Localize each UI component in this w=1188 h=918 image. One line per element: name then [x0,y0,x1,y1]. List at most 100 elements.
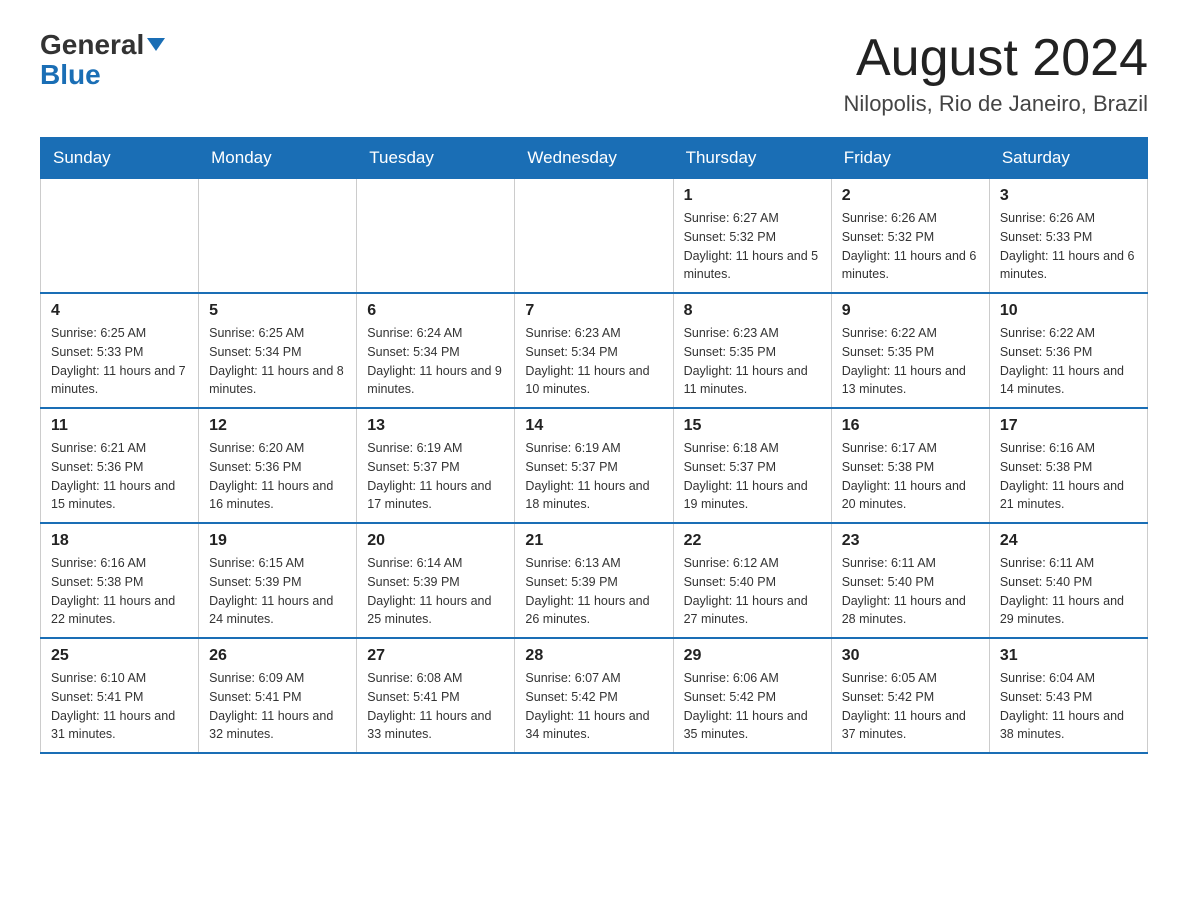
calendar-cell: 14Sunrise: 6:19 AMSunset: 5:37 PMDayligh… [515,408,673,523]
day-info: Sunrise: 6:23 AMSunset: 5:35 PMDaylight:… [684,324,821,399]
day-number: 28 [525,647,662,665]
day-info: Sunrise: 6:10 AMSunset: 5:41 PMDaylight:… [51,669,188,744]
day-number: 8 [684,302,821,320]
day-info: Sunrise: 6:06 AMSunset: 5:42 PMDaylight:… [684,669,821,744]
day-info: Sunrise: 6:22 AMSunset: 5:36 PMDaylight:… [1000,324,1137,399]
day-number: 4 [51,302,188,320]
day-number: 15 [684,417,821,435]
day-info: Sunrise: 6:23 AMSunset: 5:34 PMDaylight:… [525,324,662,399]
day-number: 17 [1000,417,1137,435]
day-number: 7 [525,302,662,320]
day-number: 31 [1000,647,1137,665]
day-info: Sunrise: 6:24 AMSunset: 5:34 PMDaylight:… [367,324,504,399]
calendar-cell: 30 Sunrise: 6:05 AMSunset: 5:42 PMDayligh… [831,638,989,753]
day-info: Sunrise: 6:22 AMSunset: 5:35 PMDaylight:… [842,324,979,399]
calendar-cell: 12 Sunrise: 6:20 AMSunset: 5:36 PMDayligh… [199,408,357,523]
calendar-cell: 16 Sunrise: 6:17 AMSunset: 5:38 PMDayligh… [831,408,989,523]
calendar-cell: 21 Sunrise: 6:13 AMSunset: 5:39 PMDayligh… [515,523,673,638]
calendar-cell: 19 Sunrise: 6:15 AMSunset: 5:39 PMDayligh… [199,523,357,638]
day-number: 21 [525,532,662,550]
calendar-cell: 11Sunrise: 6:21 AMSunset: 5:36 PMDayligh… [41,408,199,523]
day-info: Sunrise: 6:16 AMSunset: 5:38 PMDaylight:… [51,554,188,629]
day-number: 30 [842,647,979,665]
calendar-cell: 22 Sunrise: 6:12 AMSunset: 5:40 PMDayligh… [673,523,831,638]
day-number: 18 [51,532,188,550]
day-number: 13 [367,417,504,435]
week-row-5: 25 Sunrise: 6:10 AMSunset: 5:41 PMDayligh… [41,638,1148,753]
calendar-body: 1 Sunrise: 6:27 AMSunset: 5:32 PMDaylight… [41,179,1148,754]
day-info: Sunrise: 6:25 AMSunset: 5:34 PMDaylight:… [209,324,346,399]
week-row-2: 4 Sunrise: 6:25 AMSunset: 5:33 PMDaylight… [41,293,1148,408]
calendar-cell: 31Sunrise: 6:04 AMSunset: 5:43 PMDayligh… [989,638,1147,753]
day-number: 12 [209,417,346,435]
day-info: Sunrise: 6:27 AMSunset: 5:32 PMDaylight:… [684,209,821,284]
week-row-4: 18 Sunrise: 6:16 AMSunset: 5:38 PMDayligh… [41,523,1148,638]
day-info: Sunrise: 6:21 AMSunset: 5:36 PMDaylight:… [51,439,188,514]
day-number: 2 [842,187,979,205]
calendar-cell: 1 Sunrise: 6:27 AMSunset: 5:32 PMDaylight… [673,179,831,294]
calendar-cell: 23 Sunrise: 6:11 AMSunset: 5:40 PMDayligh… [831,523,989,638]
weekday-thursday: Thursday [673,138,831,179]
day-number: 1 [684,187,821,205]
calendar-cell [41,179,199,294]
weekday-monday: Monday [199,138,357,179]
day-number: 9 [842,302,979,320]
day-info: Sunrise: 6:13 AMSunset: 5:39 PMDaylight:… [525,554,662,629]
calendar-cell: 27 Sunrise: 6:08 AMSunset: 5:41 PMDayligh… [357,638,515,753]
day-info: Sunrise: 6:25 AMSunset: 5:33 PMDaylight:… [51,324,188,399]
calendar-cell: 6 Sunrise: 6:24 AMSunset: 5:34 PMDaylight… [357,293,515,408]
day-info: Sunrise: 6:16 AMSunset: 5:38 PMDaylight:… [1000,439,1137,514]
day-info: Sunrise: 6:11 AMSunset: 5:40 PMDaylight:… [842,554,979,629]
calendar-cell: 26 Sunrise: 6:09 AMSunset: 5:41 PMDayligh… [199,638,357,753]
day-info: Sunrise: 6:18 AMSunset: 5:37 PMDaylight:… [684,439,821,514]
day-info: Sunrise: 6:19 AMSunset: 5:37 PMDaylight:… [367,439,504,514]
day-info: Sunrise: 6:05 AMSunset: 5:42 PMDaylight:… [842,669,979,744]
day-number: 3 [1000,187,1137,205]
weekday-friday: Friday [831,138,989,179]
day-number: 19 [209,532,346,550]
day-number: 22 [684,532,821,550]
weekday-header-row: SundayMondayTuesdayWednesdayThursdayFrid… [41,138,1148,179]
calendar-cell: 17 Sunrise: 6:16 AMSunset: 5:38 PMDayligh… [989,408,1147,523]
calendar-cell [357,179,515,294]
weekday-saturday: Saturday [989,138,1147,179]
week-row-3: 11Sunrise: 6:21 AMSunset: 5:36 PMDayligh… [41,408,1148,523]
calendar-cell: 7 Sunrise: 6:23 AMSunset: 5:34 PMDaylight… [515,293,673,408]
day-number: 25 [51,647,188,665]
day-info: Sunrise: 6:26 AMSunset: 5:33 PMDaylight:… [1000,209,1137,284]
day-info: Sunrise: 6:15 AMSunset: 5:39 PMDaylight:… [209,554,346,629]
calendar-cell: 15 Sunrise: 6:18 AMSunset: 5:37 PMDayligh… [673,408,831,523]
day-info: Sunrise: 6:07 AMSunset: 5:42 PMDaylight:… [525,669,662,744]
day-info: Sunrise: 6:17 AMSunset: 5:38 PMDaylight:… [842,439,979,514]
page-header: General Blue August 2024 Nilopolis, Rio … [40,30,1148,117]
day-info: Sunrise: 6:08 AMSunset: 5:41 PMDaylight:… [367,669,504,744]
day-number: 16 [842,417,979,435]
calendar-cell: 18 Sunrise: 6:16 AMSunset: 5:38 PMDayligh… [41,523,199,638]
title-section: August 2024 Nilopolis, Rio de Janeiro, B… [844,30,1148,117]
logo-text: General [40,30,165,61]
day-number: 26 [209,647,346,665]
calendar-cell: 20Sunrise: 6:14 AMSunset: 5:39 PMDayligh… [357,523,515,638]
calendar-cell: 5 Sunrise: 6:25 AMSunset: 5:34 PMDaylight… [199,293,357,408]
day-number: 5 [209,302,346,320]
day-number: 27 [367,647,504,665]
calendar-header: SundayMondayTuesdayWednesdayThursdayFrid… [41,138,1148,179]
calendar-cell: 25 Sunrise: 6:10 AMSunset: 5:41 PMDayligh… [41,638,199,753]
day-info: Sunrise: 6:12 AMSunset: 5:40 PMDaylight:… [684,554,821,629]
calendar-cell: 10 Sunrise: 6:22 AMSunset: 5:36 PMDayligh… [989,293,1147,408]
day-number: 23 [842,532,979,550]
calendar-cell: 3 Sunrise: 6:26 AMSunset: 5:33 PMDaylight… [989,179,1147,294]
weekday-tuesday: Tuesday [357,138,515,179]
calendar-table: SundayMondayTuesdayWednesdayThursdayFrid… [40,137,1148,754]
day-info: Sunrise: 6:09 AMSunset: 5:41 PMDaylight:… [209,669,346,744]
day-number: 10 [1000,302,1137,320]
weekday-sunday: Sunday [41,138,199,179]
day-info: Sunrise: 6:20 AMSunset: 5:36 PMDaylight:… [209,439,346,514]
day-number: 6 [367,302,504,320]
logo-blue: Blue [40,61,101,89]
day-number: 20 [367,532,504,550]
calendar-cell: 24Sunrise: 6:11 AMSunset: 5:40 PMDayligh… [989,523,1147,638]
day-info: Sunrise: 6:26 AMSunset: 5:32 PMDaylight:… [842,209,979,284]
location: Nilopolis, Rio de Janeiro, Brazil [844,91,1148,117]
month-title: August 2024 [844,30,1148,87]
